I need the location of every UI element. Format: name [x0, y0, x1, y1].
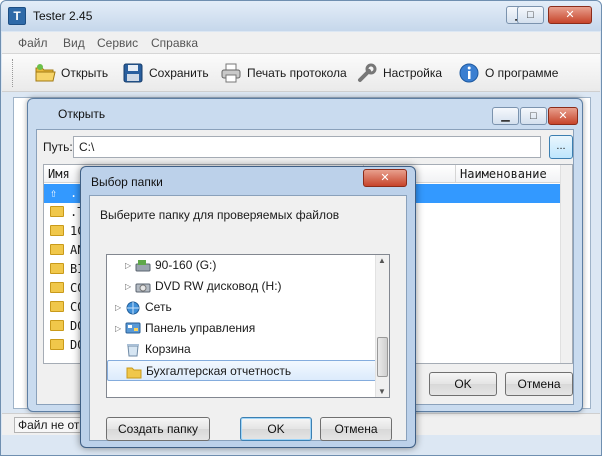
folder-ok-button[interactable]: OK — [240, 417, 312, 441]
folder-icon — [50, 301, 64, 312]
open-dialog-minimize-button[interactable]: ▁ — [492, 107, 519, 125]
expand-arrow-icon[interactable]: ▷ — [125, 276, 131, 297]
open-label: Открыть — [61, 66, 109, 80]
scroll-up-arrow-icon[interactable]: ▲ — [378, 256, 386, 265]
open-dialog-maximize-button[interactable]: □ — [520, 107, 547, 125]
wrench-icon — [356, 62, 378, 84]
about-label: О программе — [485, 66, 559, 80]
tree-item-dvd-h[interactable]: ▷ DVD RW дисковод (H:) — [107, 276, 377, 297]
tree-item-label: 90-160 (G:) — [155, 258, 217, 272]
column-description-header[interactable]: Наименование — [456, 165, 562, 183]
save-toolbar-button[interactable]: Сохранить — [118, 59, 213, 87]
info-icon — [458, 62, 480, 84]
expand-arrow-icon[interactable]: ▷ — [115, 318, 121, 339]
scroll-thumb[interactable] — [377, 337, 388, 377]
tree-item-label: Сеть — [145, 300, 172, 314]
recycle-bin-icon — [125, 343, 139, 357]
open-toolbar-button[interactable]: Открыть — [30, 59, 112, 87]
folder-cancel-button[interactable]: Отмена — [320, 417, 392, 441]
save-disk-icon — [122, 62, 144, 84]
folder-tree-scrollbar[interactable]: ▲ ▼ — [375, 255, 389, 397]
folder-icon — [50, 282, 64, 293]
folder-icon — [50, 225, 64, 236]
main-title-bar[interactable]: T Tester 2.45 ▁ □ ✕ — [1, 1, 601, 31]
folder-icon — [50, 206, 64, 217]
tree-item-recycle-bin[interactable]: Корзина — [107, 339, 377, 360]
open-folder-icon — [34, 62, 56, 84]
folder-picker-title: Выбор папки — [91, 175, 163, 189]
scroll-down-arrow-icon[interactable]: ▼ — [378, 387, 386, 396]
new-folder-button[interactable]: Создать папку — [106, 417, 210, 441]
printer-icon — [220, 62, 242, 84]
expand-arrow-icon[interactable]: ▷ — [115, 297, 121, 318]
tree-item-label: Панель управления — [145, 321, 256, 335]
folder-icon — [50, 244, 64, 255]
expand-arrow-icon[interactable]: ▷ — [125, 255, 131, 276]
toolbar-grip[interactable] — [12, 59, 15, 87]
main-window-title: Tester 2.45 — [33, 9, 93, 23]
path-label: Путь: — [43, 140, 73, 154]
folder-icon — [126, 365, 142, 379]
open-dialog-close-button[interactable]: ✕ — [548, 107, 578, 125]
network-icon — [125, 301, 140, 315]
folder-picker-close-button[interactable]: ✕ — [363, 169, 407, 187]
tree-item-label: Корзина — [145, 342, 191, 356]
menu-help[interactable]: Справка — [151, 36, 198, 50]
settings-label: Настройка — [383, 66, 443, 80]
toolbar: Открыть Сохранить Печать протокола Настр… — [2, 54, 600, 92]
open-ok-button[interactable]: OK — [429, 372, 497, 396]
tree-item-accounting-reports[interactable]: Бухгалтерская отчетность — [107, 360, 377, 381]
folder-tree[interactable]: ▷ 90-160 (G:) ▷ DVD RW дисковод (H:) ▷ С… — [106, 254, 390, 398]
folder-icon — [50, 263, 64, 274]
folder-picker-description: Выберите папку для проверяемых файлов — [100, 208, 340, 222]
tree-item-label: DVD RW дисковод (H:) — [155, 279, 282, 293]
menu-file[interactable]: Файл — [18, 36, 48, 50]
tree-item-label: Бухгалтерская отчетность — [146, 364, 292, 378]
close-button[interactable]: ✕ — [548, 6, 592, 24]
tree-item-drive-g[interactable]: ▷ 90-160 (G:) — [107, 255, 377, 276]
menu-service[interactable]: Сервис — [97, 36, 138, 50]
about-toolbar-button[interactable]: О программе — [454, 59, 562, 87]
folder-picker-body: Выберите папку для проверяемых файлов ▷ … — [89, 195, 407, 441]
open-cancel-button[interactable]: Отмена — [505, 372, 573, 396]
tree-item-control-panel[interactable]: ▷ Панель управления — [107, 318, 377, 339]
path-input[interactable]: C:\ — [73, 136, 541, 158]
menu-bar: Файл Вид Сервис Справка — [2, 32, 600, 54]
file-list-scrollbar[interactable] — [560, 165, 572, 363]
open-dialog-title: Открыть — [58, 107, 106, 121]
save-label: Сохранить — [149, 66, 209, 80]
folder-picker-dialog: Выбор папки ✕ Выберите папку для проверя… — [80, 166, 416, 448]
drive-icon — [135, 259, 151, 272]
menu-view[interactable]: Вид — [63, 36, 85, 50]
dvd-icon — [135, 280, 151, 293]
print-toolbar-button[interactable]: Печать протокола — [216, 59, 351, 87]
control-panel-icon — [125, 322, 141, 335]
print-label: Печать протокола — [247, 66, 347, 80]
up-arrow-icon: ⇧ — [50, 186, 58, 200]
settings-toolbar-button[interactable]: Настройка — [352, 59, 446, 87]
tree-item-network[interactable]: ▷ Сеть — [107, 297, 377, 318]
folder-icon — [50, 339, 64, 350]
maximize-button[interactable]: □ — [517, 6, 544, 24]
folder-icon — [50, 320, 64, 331]
browse-button[interactable]: ... — [549, 135, 573, 159]
app-icon: T — [8, 7, 26, 25]
